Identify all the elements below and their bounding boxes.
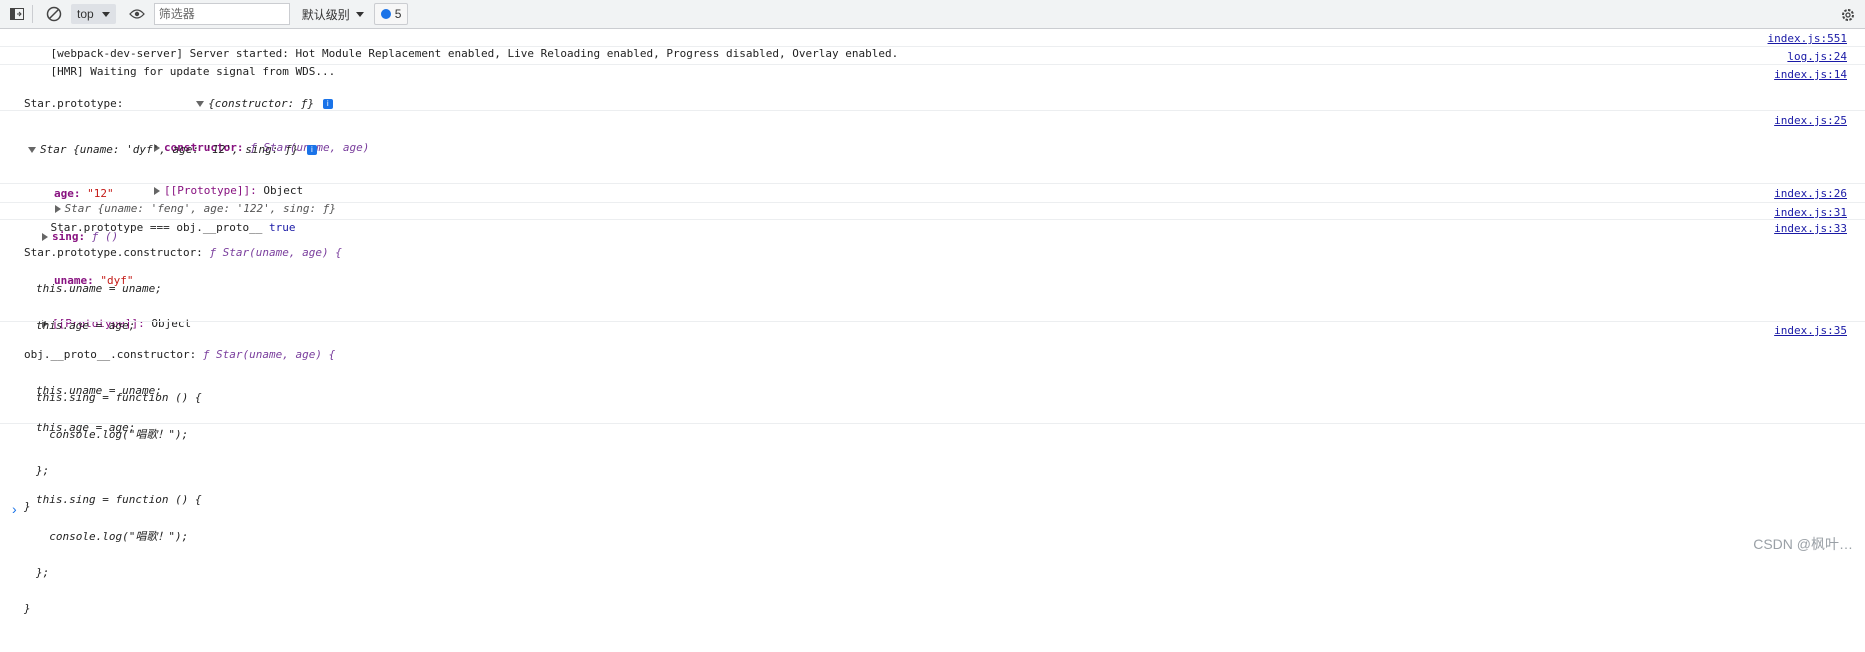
console-message: [HMR] Waiting for update signal from WDS… <box>0 47 1865 78</box>
message-label: obj.__proto__.constructor: <box>24 348 197 362</box>
watermark: CSDN @枫叶… <box>1753 536 1853 552</box>
source-link[interactable]: index.js:551 <box>1768 32 1847 47</box>
source-link[interactable]: index.js:14 <box>1774 68 1847 83</box>
log-levels-dropdown[interactable]: 默认级别 <box>302 6 364 23</box>
code-line: }; <box>36 565 50 579</box>
gear-icon[interactable] <box>1837 4 1859 26</box>
issue-icon <box>380 9 391 19</box>
code-line: this.uname = uname; <box>36 282 162 296</box>
code-line: this.uname = uname; <box>36 384 162 398</box>
expand-triangle-icon[interactable] <box>28 147 36 153</box>
console-message: Star.prototype === obj.__proto__ true in… <box>0 203 1865 234</box>
source-link[interactable]: index.js:25 <box>1774 114 1847 129</box>
chevron-down-icon <box>101 11 110 17</box>
filter-input[interactable] <box>153 3 290 25</box>
console-message-star-object: Star {uname: 'dyf', age: '12', sing: ƒ} … <box>0 111 1865 330</box>
console-message-function: Star.prototype.constructor: ƒ Star(uname… <box>0 220 1865 513</box>
console-message-prototype: Star.prototype: {constructor: ƒ} i constr… <box>0 65 1865 197</box>
code-line: } <box>24 602 31 616</box>
live-expression-eye-icon[interactable] <box>126 3 148 25</box>
object-summary[interactable]: Star {uname: 'dyf', age: '12', sing: ƒ} <box>40 143 298 156</box>
code-line: console.log("唱歌！"); <box>36 529 189 543</box>
code-line: ​ <box>24 458 1865 470</box>
function-head: ƒ Star(uname, age) { <box>209 246 342 260</box>
source-link[interactable]: index.js:33 <box>1774 222 1847 235</box>
code-line: this.age = age; <box>36 420 136 434</box>
source-link[interactable]: index.js:26 <box>1774 187 1847 202</box>
function-head: ƒ Star(uname, age) { <box>202 348 336 362</box>
console-prompt[interactable]: › <box>12 501 17 517</box>
context-value: top <box>77 7 94 21</box>
console-toolbar: top 默认级别 5 <box>0 0 1865 29</box>
issues-count: 5 <box>394 7 402 21</box>
source-link[interactable]: index.js:31 <box>1774 206 1847 221</box>
chevron-down-icon <box>355 11 364 17</box>
console-messages: [webpack-dev-server] Server started: Hot… <box>0 29 1865 615</box>
code-line: this.sing = function () { <box>36 493 202 507</box>
toolbar-divider <box>32 5 33 23</box>
console-message: [webpack-dev-server] Server started: Hot… <box>0 29 1865 60</box>
object-summary[interactable]: {constructor: ƒ} <box>208 97 314 110</box>
sidebar-toggle-icon[interactable] <box>6 3 28 25</box>
issues-counter-button[interactable]: 5 <box>373 3 409 25</box>
message-label: Star.prototype.constructor: <box>24 246 203 260</box>
context-selector[interactable]: top <box>71 4 116 24</box>
console-message-star-object: Star {uname: 'feng', age: '122', sing: ƒ… <box>0 184 1865 215</box>
expand-triangle-icon[interactable] <box>196 101 205 107</box>
info-icon: i <box>306 145 317 155</box>
console-message-function: obj.__proto__.constructor: ƒ Star(uname,… <box>0 322 1865 615</box>
log-levels-label: 默认级别 <box>301 7 350 22</box>
message-label: Star.prototype: <box>24 97 124 110</box>
source-link[interactable]: index.js:35 <box>1774 324 1847 337</box>
clear-console-icon[interactable] <box>43 3 65 25</box>
info-icon: i <box>322 99 333 109</box>
source-link[interactable]: log.js:24 <box>1787 50 1847 65</box>
